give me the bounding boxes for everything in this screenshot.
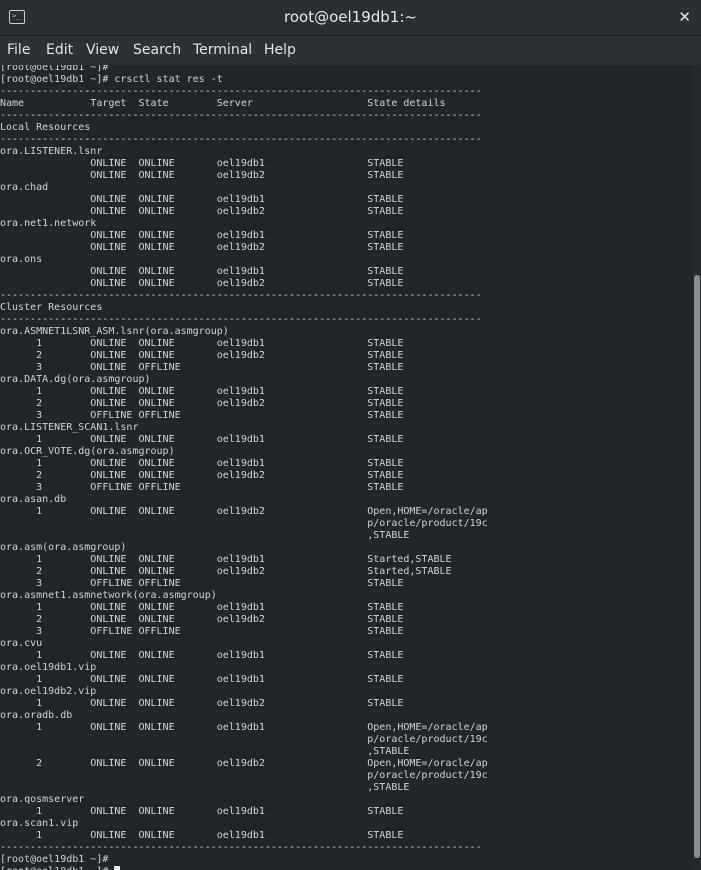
menu-edit[interactable]: Edit (46, 36, 73, 65)
table-row: 3 OFFLINE OFFLINE STABLE (0, 578, 404, 589)
table-row: 3 OFFLINE OFFLINE STABLE (0, 410, 404, 421)
section-heading: Local Resources (0, 122, 91, 133)
table-row: 1 ONLINE ONLINE oel19db1 STABLE (0, 434, 404, 445)
table-row: ONLINE ONLINE oel19db1 STABLE (0, 230, 404, 241)
table-row: 2 ONLINE ONLINE oel19db2 Open,HOME=/orac… (0, 758, 488, 769)
resource-name: ora.net1.network (0, 218, 97, 229)
table-row: 3 ONLINE OFFLINE STABLE (0, 362, 404, 373)
cursor (114, 866, 121, 870)
resource-name: ora.OCR_VOTE.dg(ora.asmgroup) (0, 446, 175, 457)
separator-line: ----------------------------------------… (0, 290, 482, 301)
separator-line: ----------------------------------------… (0, 110, 482, 121)
resource-name: ora.oradb.db (0, 710, 73, 721)
table-header: Name Target State Server State details (0, 98, 446, 109)
table-row: 2 ONLINE ONLINE oel19db2 Started,STABLE (0, 566, 452, 577)
shell-prompt: [root@oel19db1 ~]# (0, 866, 488, 870)
separator-line: ----------------------------------------… (0, 86, 482, 97)
menu-view[interactable]: View (86, 36, 119, 65)
shell-prompt: [root@oel19db1 ~]# (0, 854, 109, 865)
resource-name: ora.scan1.vip (0, 818, 79, 829)
table-row: ,STABLE (0, 782, 410, 793)
table-row: 1 ONLINE ONLINE oel19db1 STABLE (0, 386, 404, 397)
resource-name: ora.asm(ora.asmgroup) (0, 542, 127, 553)
table-row: 2 ONLINE ONLINE oel19db2 STABLE (0, 398, 404, 409)
table-row: 1 ONLINE ONLINE oel19db1 STABLE (0, 602, 404, 613)
table-row: ONLINE ONLINE oel19db2 STABLE (0, 278, 404, 289)
shell-prompt: [root@oel19db1 ~]# crsctl stat res -t (0, 74, 223, 85)
table-row: 1 ONLINE ONLINE oel19db1 STABLE (0, 458, 404, 469)
table-row: 1 ONLINE ONLINE oel19db2 STABLE (0, 698, 404, 709)
table-row: 1 ONLINE ONLINE oel19db1 STABLE (0, 338, 404, 349)
table-row: 1 ONLINE ONLINE oel19db1 STABLE (0, 806, 404, 817)
shell-prompt: [root@oel19db1 ~]# (0, 65, 109, 73)
table-row: 3 OFFLINE OFFLINE STABLE (0, 482, 404, 493)
resource-name: ora.cvu (0, 638, 43, 649)
table-row: 1 ONLINE ONLINE oel19db1 STABLE (0, 674, 404, 685)
table-row: ONLINE ONLINE oel19db2 STABLE (0, 170, 404, 181)
menu-bar: File Edit View Search Terminal Help (0, 36, 701, 65)
table-row: ,STABLE (0, 746, 410, 757)
scrollbar-thumb[interactable] (694, 275, 700, 858)
separator-line: ----------------------------------------… (0, 314, 482, 325)
table-row: 1 ONLINE ONLINE oel19db1 Started,STABLE (0, 554, 452, 565)
table-row: 1 ONLINE ONLINE oel19db1 Open,HOME=/orac… (0, 722, 488, 733)
table-row: 1 ONLINE ONLINE oel19db1 STABLE (0, 830, 404, 841)
table-row: p/oracle/product/19c (0, 734, 488, 745)
table-row: 2 ONLINE ONLINE oel19db2 STABLE (0, 350, 404, 361)
table-row: 1 ONLINE ONLINE oel19db2 Open,HOME=/orac… (0, 506, 488, 517)
resource-name: ora.qosmserver (0, 794, 85, 805)
table-row: 3 OFFLINE OFFLINE STABLE (0, 626, 404, 637)
table-row: 2 ONLINE ONLINE oel19db2 STABLE (0, 614, 404, 625)
resource-name: ora.oel19db2.vip (0, 686, 97, 697)
menu-file[interactable]: File (7, 36, 30, 65)
close-button[interactable]: ✕ (678, 0, 691, 35)
resource-name: ora.ons (0, 254, 43, 265)
resource-name: ora.oel19db1.vip (0, 662, 97, 673)
menu-search[interactable]: Search (133, 36, 181, 65)
table-row: ONLINE ONLINE oel19db2 STABLE (0, 242, 404, 253)
table-row: 2 ONLINE ONLINE oel19db2 STABLE (0, 470, 404, 481)
resource-name: ora.asan.db (0, 494, 67, 505)
resource-name: ora.DATA.dg(ora.asmgroup) (0, 374, 151, 385)
resource-name: ora.chad (0, 182, 49, 193)
separator-line: ----------------------------------------… (0, 842, 482, 853)
separator-line: ----------------------------------------… (0, 134, 482, 145)
prompt-text: [root@oel19db1 ~]# (0, 866, 114, 870)
table-row: ONLINE ONLINE oel19db1 STABLE (0, 158, 404, 169)
table-row: ONLINE ONLINE oel19db1 STABLE (0, 266, 404, 277)
table-row: 1 ONLINE ONLINE oel19db1 STABLE (0, 650, 404, 661)
window-title: root@oel19db1:~ (284, 8, 417, 26)
table-row: p/oracle/product/19c (0, 770, 488, 781)
resource-name: ora.LISTENER_SCAN1.lsnr (0, 422, 139, 433)
menu-help[interactable]: Help (264, 36, 296, 65)
table-row: ONLINE ONLINE oel19db1 STABLE (0, 194, 404, 205)
table-row: ,STABLE (0, 530, 410, 541)
table-row: ONLINE ONLINE oel19db2 STABLE (0, 206, 404, 217)
resource-name: ora.asmnet1.asmnetwork(ora.asmgroup) (0, 590, 217, 601)
resource-name: ora.LISTENER.lsnr (0, 146, 103, 157)
resource-name: ora.ASMNET1LSNR_ASM.lsnr(ora.asmgroup) (0, 326, 229, 337)
terminal-output[interactable]: [root@oel19db1 ~]# [root@oel19db1 ~]# crs… (0, 65, 692, 870)
section-heading: Cluster Resources (0, 302, 103, 313)
title-bar: >_ root@oel19db1:~ ✕ (0, 0, 701, 36)
menu-terminal[interactable]: Terminal (193, 36, 252, 65)
table-row: p/oracle/product/19c (0, 518, 488, 529)
